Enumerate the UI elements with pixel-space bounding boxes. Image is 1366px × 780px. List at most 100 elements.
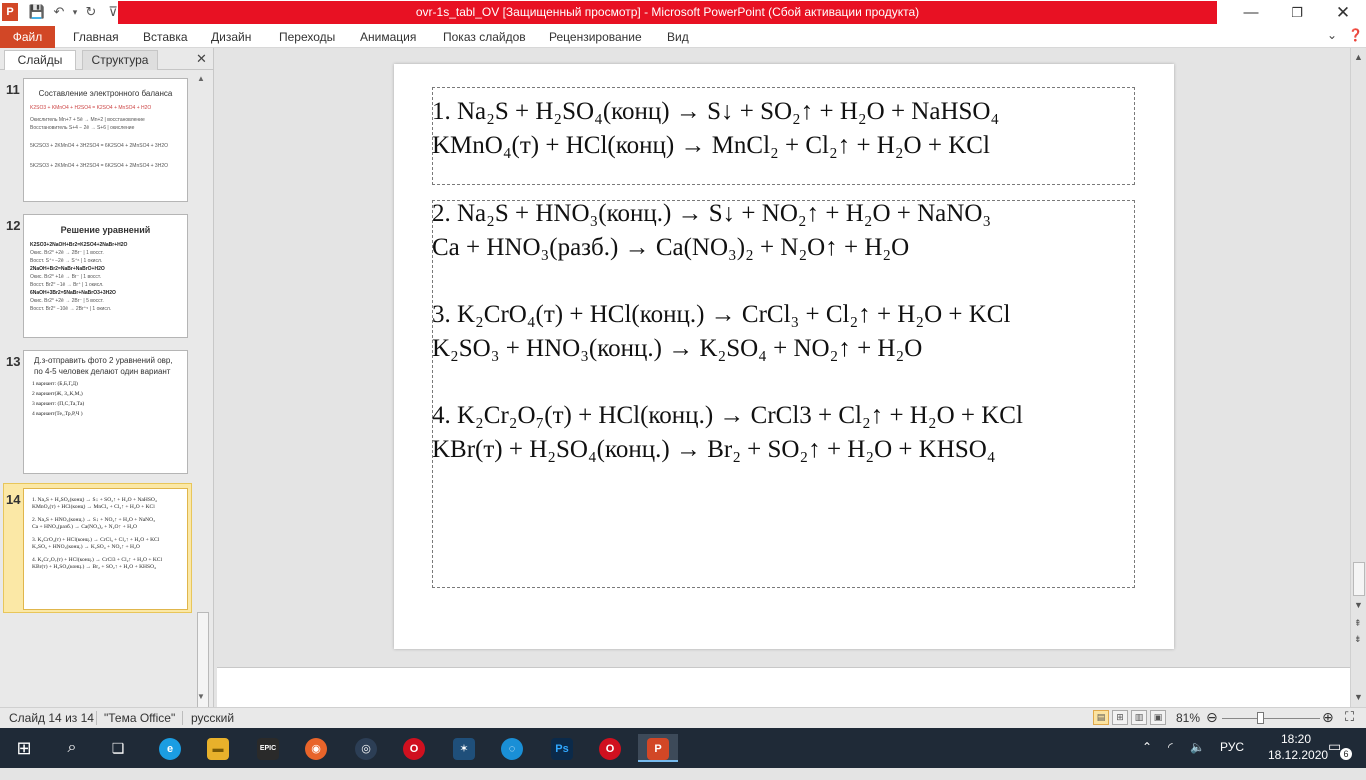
canvas-scrollbar[interactable]: ▲ ▼ ⇞ ⇟ ▼ xyxy=(1350,48,1366,707)
slide-line: 3 вариант: (П,С,Та,Та) xyxy=(32,401,85,407)
search-icon[interactable]: ⌕ xyxy=(52,734,92,762)
taskbar-edge-icon[interactable]: e xyxy=(150,734,190,762)
slides-pane-scrollbar[interactable]: ▲ ▼ xyxy=(196,72,210,716)
windows-taskbar: ⊞ ⌕ ❏ e ▬ EPIC ◉ ◎ O ✶ ◌ Ps O P ⌃ ◜ 🔈 РУ… xyxy=(0,728,1366,768)
taskbar-firefox-icon[interactable]: ◉ xyxy=(296,734,336,762)
taskbar-app-icon[interactable]: ✶ xyxy=(444,734,484,762)
slide-line: Восст. Br2⁰ −10ē → 2Br⁺⁵ | 1 окисл. xyxy=(30,306,112,312)
close-pane-icon[interactable]: ✕ xyxy=(196,51,207,67)
taskbar-opera-icon[interactable]: O xyxy=(590,734,630,762)
tab-slideshow[interactable]: Показ слайдов xyxy=(443,26,526,48)
slide-number: 11 xyxy=(6,82,20,97)
slide-number: 13 xyxy=(6,354,21,369)
slide-line: Восст. S⁺⁴ −2ē → S⁺⁶ | 1 окисл. xyxy=(30,258,103,264)
scroll-down-icon[interactable]: ▼ xyxy=(197,692,205,701)
taskbar-uplay-icon[interactable]: ◌ xyxy=(492,734,532,762)
zoom-in-icon[interactable]: ⊕ xyxy=(1322,709,1334,726)
tab-review[interactable]: Рецензирование xyxy=(549,26,642,48)
scroll-down-icon[interactable]: ▼ xyxy=(1354,600,1363,610)
show-hidden-icons-icon[interactable]: ⌃ xyxy=(1142,740,1152,780)
status-separator xyxy=(182,711,183,725)
slide-title: Составление электронного баланса xyxy=(38,89,173,98)
zoom-out-icon[interactable]: ⊖ xyxy=(1206,709,1218,726)
taskbar-powerpoint-icon[interactable]: P xyxy=(638,734,678,762)
scroll-down-icon[interactable]: ▼ xyxy=(1354,692,1363,702)
taskbar-opera-icon[interactable]: O xyxy=(394,734,434,762)
slide-line: 5K2SO3 + 2KMnO4 + 3H2SO4 = 6K2SO4 + 2MnS… xyxy=(30,143,168,149)
theme-name[interactable]: "Тема Office" xyxy=(104,711,175,725)
start-button-icon[interactable]: ⊞ xyxy=(4,734,44,762)
tab-file[interactable]: Файл xyxy=(0,26,55,48)
ribbon-minimize-icon[interactable]: ⌄ xyxy=(1327,28,1337,42)
tab-outline[interactable]: Структура xyxy=(82,50,158,70)
slide-line: 2. Na₂S + HNO₃(конц.) → S↓ + NO₂↑ + H₂O … xyxy=(32,517,156,523)
slide-line: 1. Na₂S + H₂SO₄(конц) → S↓ + SO₂↑ + H₂O … xyxy=(32,497,157,503)
tab-animation[interactable]: Анимация xyxy=(360,26,416,48)
slide-line: K2SO3 + KMnO4 + H2SO4 = K2SO4 + MnSO4 + … xyxy=(30,105,152,111)
scroll-up-icon[interactable]: ▲ xyxy=(1354,52,1363,62)
tab-insert[interactable]: Вставка xyxy=(143,26,188,48)
save-icon[interactable]: 💾 xyxy=(28,3,46,21)
task-view-icon[interactable]: ❏ xyxy=(98,734,138,762)
status-separator xyxy=(96,711,97,725)
notifications-count: 6 xyxy=(1340,748,1352,760)
current-slide[interactable]: 1. Na₂S + H₂SO₄(конц) → S↓ + SO₂↑ + H₂O … xyxy=(394,64,1174,649)
redo-icon[interactable]: ↻ xyxy=(82,3,100,21)
slide-preview[interactable]: 1. Na₂S + H₂SO₄(конц) → S↓ + SO₂↑ + H₂O … xyxy=(23,488,188,610)
zoom-level[interactable]: 81% xyxy=(1176,711,1200,725)
equation-line: KBr(т) + H₂SO₄(конц.) → Br₂ + SO₂↑ + H₂O… xyxy=(432,436,996,463)
slide-line: 2 вариант(Ж, З,,К,М,) xyxy=(32,391,83,397)
status-bar: Слайд 14 из 14 "Тема Office" русский ▤ ⊞… xyxy=(0,707,1366,728)
zoom-slider-handle[interactable] xyxy=(1257,712,1264,724)
slide-line: K2SO3+2NaOH+Br2=K2SO4+2NaBr+H2O xyxy=(30,242,128,248)
network-icon[interactable]: ◜ xyxy=(1168,740,1173,780)
equation-line: 3. K₂CrO₄(т) + HCl(конц.) → CrCl₃ + Cl₂↑… xyxy=(432,301,1011,328)
slide-line: Восстановитель S+4 − 2ē → S+6 | окислени… xyxy=(30,125,135,131)
fit-to-window-icon[interactable]: ⛶ xyxy=(1345,709,1354,725)
taskbar-explorer-icon[interactable]: ▬ xyxy=(198,734,238,762)
scroll-thumb[interactable] xyxy=(1353,562,1365,596)
language-indicator[interactable]: русский xyxy=(191,711,234,725)
slide-line: 3. K₂CrO₄(т) + HCl(конц.) → CrCl₃ + Cl₂↑… xyxy=(32,537,160,543)
powerpoint-app-icon[interactable]: P xyxy=(2,3,18,21)
normal-view-icon[interactable]: ▤ xyxy=(1093,710,1109,725)
ribbon-tabs: Файл Главная Вставка Дизайн Переходы Ани… xyxy=(0,26,1366,48)
tab-view[interactable]: Вид xyxy=(667,26,689,48)
slideshow-view-icon[interactable]: ▣ xyxy=(1150,710,1166,725)
tab-transitions[interactable]: Переходы xyxy=(279,26,335,48)
title-bar: P 💾 ↶ ▾ ↻ ⊽ ovr-1s_tabl_OV [Защищенный п… xyxy=(0,0,1366,26)
slide-line: 1 вариант: (Б,Б,Г,Д) xyxy=(32,381,78,387)
slide-preview[interactable]: Решение уравнений K2SO3+2NaOH+Br2=K2SO4+… xyxy=(23,214,188,338)
slide-preview[interactable]: Д.з-отправить фото 2 уравнений овр, по 4… xyxy=(23,350,188,474)
minimize-button[interactable]: — xyxy=(1228,0,1274,26)
input-language[interactable]: РУС xyxy=(1220,740,1244,780)
powerpoint-window: P 💾 ↶ ▾ ↻ ⊽ ovr-1s_tabl_OV [Защищенный п… xyxy=(0,0,1366,768)
clock-time: 18:20 xyxy=(1280,732,1312,746)
next-slide-icon[interactable]: ⇟ xyxy=(1354,634,1362,645)
previous-slide-icon[interactable]: ⇞ xyxy=(1354,618,1362,629)
tab-home[interactable]: Главная xyxy=(73,26,119,48)
tab-slides[interactable]: Слайды xyxy=(4,50,76,70)
help-icon[interactable]: ❓ xyxy=(1348,28,1363,42)
volume-icon[interactable]: 🔈 xyxy=(1190,740,1205,780)
slide-sorter-icon[interactable]: ⊞ xyxy=(1112,710,1128,725)
tab-design[interactable]: Дизайн xyxy=(211,26,251,48)
taskbar-photoshop-icon[interactable]: Ps xyxy=(542,734,582,762)
notes-area[interactable] xyxy=(217,667,1350,707)
slide-preview[interactable]: Составление электронного баланса K2SO3 +… xyxy=(23,78,188,202)
slide-line: Окис. Br2⁰ +2ē → 2Br⁻ | 5 восст. xyxy=(30,298,104,304)
slides-pane: Слайды Структура ✕ 11 Составление электр… xyxy=(0,48,214,716)
slide-line: Восст. Br2⁰ −1ē → Br⁺ | 1 окисл. xyxy=(30,282,104,288)
slide-number: 14 xyxy=(6,492,21,507)
window-title: ovr-1s_tabl_OV [Защищенный просмотр] - M… xyxy=(118,1,1217,24)
notifications-icon[interactable]: ▭ xyxy=(1328,738,1341,778)
taskbar-steam-icon[interactable]: ◎ xyxy=(346,734,386,762)
zoom-slider-track[interactable] xyxy=(1222,718,1320,719)
restore-button[interactable]: ❐ xyxy=(1274,0,1320,26)
close-button[interactable]: ✕ xyxy=(1320,0,1366,26)
clock[interactable]: 18:20 18.12.2020 xyxy=(1268,731,1328,763)
slide-line: 4. K₂Cr₂O₇(т) + HCl(конц.) → CrCl3 + Cl₂… xyxy=(32,557,162,563)
reading-view-icon[interactable]: ▥ xyxy=(1131,710,1147,725)
scroll-up-icon[interactable]: ▲ xyxy=(197,74,205,83)
taskbar-epic-games-icon[interactable]: EPIC xyxy=(248,734,288,762)
